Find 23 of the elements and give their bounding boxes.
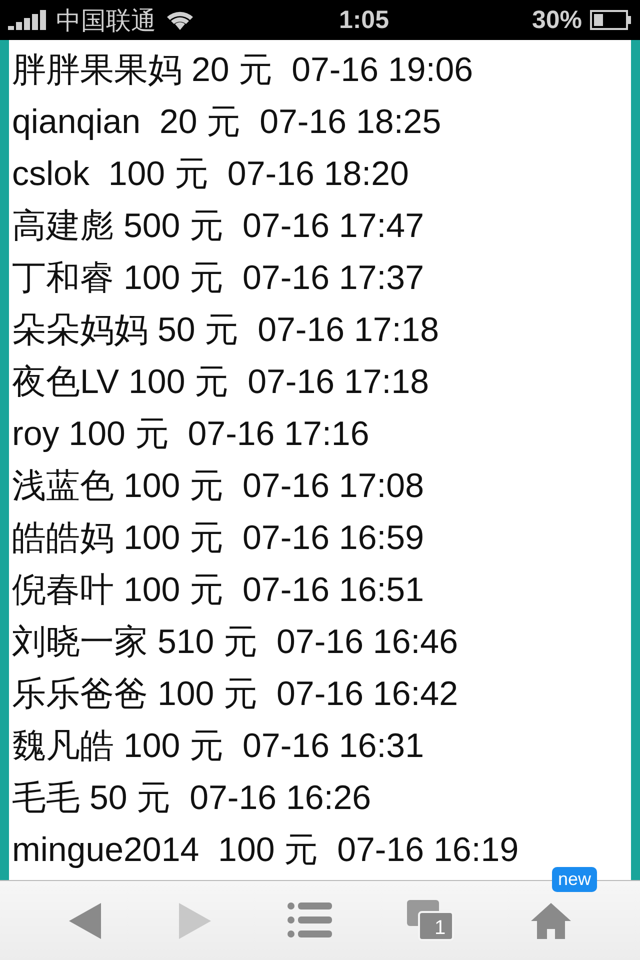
carrier-name: 中国联通 — [56, 6, 156, 36]
donation-entry: 皓皓妈 100 元 07-16 16:59 — [12, 518, 426, 559]
signal-icon — [8, 10, 48, 30]
donation-entry: mingue2014 100 元 07-16 16:19 — [12, 830, 520, 871]
donation-entry: 乐乐爸爸 100 元 07-16 16:42 — [12, 674, 460, 715]
donation-entry: 浅蓝色 100 元 07-16 17:08 — [12, 466, 426, 507]
donation-entry: 刘晓一家 510 元 07-16 16:46 — [12, 622, 460, 663]
donation-entry: 丁和睿 100 元 07-16 17:37 — [12, 258, 426, 299]
donation-entry: cslok 100 元 07-16 18:20 — [12, 154, 410, 195]
donation-entry: qianqian 20 元 07-16 18:25 — [12, 102, 442, 143]
tabs-button[interactable]: 1 — [403, 896, 459, 946]
donation-entry: 毛毛 50 元 07-16 16:26 — [12, 778, 372, 819]
donation-entry: 胖胖果果妈 20 元 07-16 19:06 — [12, 50, 474, 91]
new-badge: new — [552, 866, 597, 892]
donation-entry: 夜色LV 100 元 07-16 17:18 — [12, 362, 430, 403]
donation-entry: 高建彪 500 元 07-16 17:47 — [12, 206, 426, 247]
clock-time: 1:05 — [338, 6, 389, 34]
donation-entry: 魏凡皓 100 元 07-16 16:31 — [12, 726, 426, 767]
donation-entry: roy 100 元 07-16 17:16 — [12, 414, 370, 455]
donation-entry: 朵朵妈妈 50 元 07-16 17:18 — [12, 310, 440, 351]
battery-icon — [590, 10, 632, 30]
battery-percent: 30% — [532, 6, 582, 34]
donation-entry: 倪春叶 100 元 07-16 16:51 — [12, 570, 426, 611]
